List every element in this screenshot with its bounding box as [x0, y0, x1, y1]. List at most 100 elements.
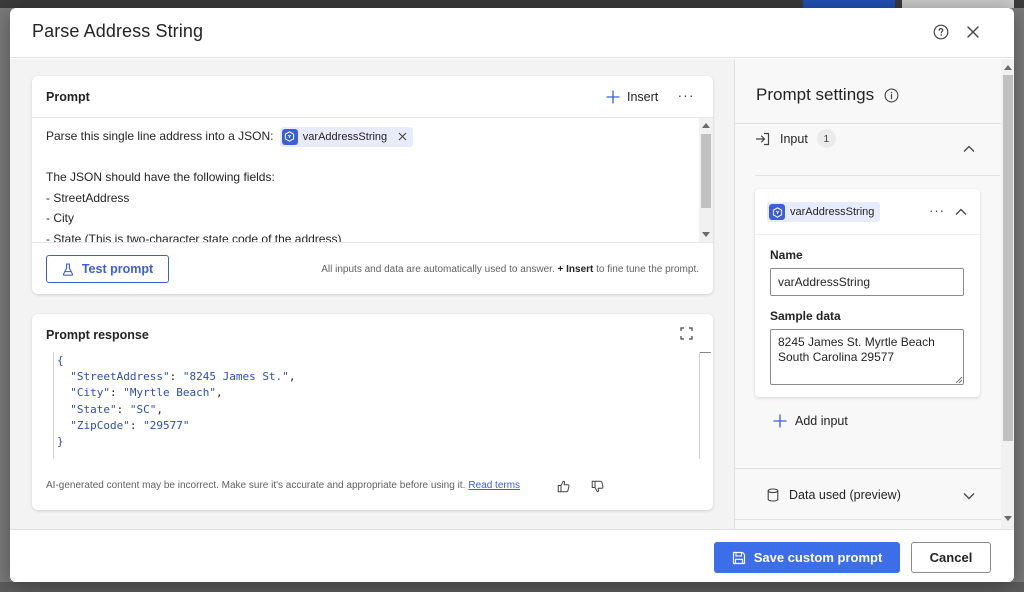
prompt-settings-title: Prompt settings: [756, 85, 899, 105]
background-button: [902, 0, 1014, 8]
variable-chip-label: varAddressString: [790, 206, 875, 218]
prompt-line: - State (This is two-character state cod…: [46, 231, 342, 243]
parse-address-dialog: Parse Address String Prompt Insert ··· P…: [10, 8, 1014, 582]
section-divider: [735, 519, 1001, 520]
save-custom-prompt-button[interactable]: Save custom prompt: [714, 542, 900, 573]
input-count-badge: 1: [816, 129, 836, 148]
prompt-line-text: Parse this single line address into a JS…: [46, 129, 274, 143]
read-terms-link[interactable]: Read terms: [468, 480, 520, 491]
close-icon: [398, 132, 407, 141]
scrollbar-thumb[interactable]: [1003, 75, 1013, 441]
json-comma: ,: [215, 386, 223, 400]
hint-text: All inputs and data are automatically us…: [321, 264, 555, 275]
input-card-collapse-button[interactable]: [953, 204, 969, 220]
database-icon: [767, 488, 779, 502]
close-icon: [967, 26, 979, 38]
json-comma: ,: [288, 370, 296, 384]
thumbs-up-icon: [557, 480, 569, 492]
remove-chip-button[interactable]: [398, 132, 407, 141]
prompt-text: Parse this single line address into a JS…: [46, 126, 686, 243]
prompt-response-card: Prompt response { "StreetAddress": "8245…: [32, 314, 713, 510]
prompt-card-title: Prompt: [46, 90, 90, 104]
data-used-label: Data used (preview): [789, 488, 901, 502]
json-value: "29577": [143, 418, 190, 432]
help-circle-icon: [933, 24, 949, 40]
info-icon[interactable]: [884, 88, 899, 103]
input-section-label: Input: [780, 131, 808, 146]
section-divider: [735, 468, 1001, 469]
json-key: "ZipCode": [70, 418, 130, 432]
sign-in-icon: [755, 132, 770, 145]
prompt-text-editor[interactable]: Parse this single line address into a JS…: [32, 117, 713, 243]
ai-disclaimer: AI-generated content may be incorrect. M…: [46, 480, 520, 491]
cancel-button[interactable]: Cancel: [911, 542, 991, 573]
settings-title-text: Prompt settings: [756, 85, 875, 104]
add-input-label: Add input: [795, 414, 848, 428]
input-section-collapse-button[interactable]: [961, 141, 977, 157]
scrollbar-thumb[interactable]: [701, 134, 711, 208]
variable-icon: [281, 128, 298, 145]
variable-chip: varAddressString: [767, 202, 881, 222]
data-used-section-header[interactable]: Data used (preview): [767, 488, 901, 502]
json-close-brace: }: [57, 435, 64, 449]
response-card-title: Prompt response: [46, 328, 149, 342]
prompt-card: Prompt Insert ··· Parse this single line…: [32, 76, 713, 294]
test-prompt-button[interactable]: Test prompt: [46, 255, 169, 283]
input-card-header: varAddressString ···: [755, 189, 980, 235]
response-json: { "StreetAddress": "8245 James St.", "Ci…: [53, 352, 713, 459]
input-more-button[interactable]: ···: [929, 203, 945, 218]
background-app-bottom: [0, 582, 1024, 592]
json-key: "StreetAddress": [70, 370, 170, 384]
resize-grip-icon[interactable]: [955, 376, 963, 384]
chevron-up-icon: [955, 208, 967, 215]
thumbs-down-button[interactable]: [588, 477, 606, 495]
variable-icon: [769, 204, 785, 220]
scroll-down-arrow[interactable]: [702, 232, 710, 237]
json-open-brace: {: [57, 354, 64, 367]
scroll-up-arrow[interactable]: [702, 123, 710, 128]
prompt-line: - StreetAddress: [46, 190, 130, 205]
input-section-header[interactable]: Input 1: [755, 129, 836, 148]
beaker-icon: [62, 262, 73, 276]
name-input[interactable]: [770, 268, 964, 296]
insert-button[interactable]: Insert: [606, 86, 658, 108]
prompt-scrollbar[interactable]: [699, 118, 713, 242]
json-comma: ,: [156, 402, 163, 416]
scroll-down-arrow[interactable]: [1004, 516, 1012, 521]
json-key: "City": [70, 386, 110, 400]
variable-chip[interactable]: varAddressString: [279, 126, 414, 147]
sample-data-input[interactable]: 8245 James St. Myrtle Beach South Caroli…: [770, 329, 964, 385]
sample-data-label: Sample data: [770, 309, 841, 323]
close-button[interactable]: [961, 20, 985, 44]
hint-insert: Insert: [566, 264, 594, 275]
data-used-expand-button[interactable]: [961, 488, 977, 504]
settings-scrollbar[interactable]: [1001, 59, 1014, 529]
insert-label: Insert: [627, 90, 659, 104]
prompt-editor-pane: Prompt Insert ··· Parse this single line…: [10, 59, 734, 529]
more-icon: ···: [677, 87, 695, 103]
help-button[interactable]: [929, 20, 953, 44]
prompt-more-button[interactable]: ···: [676, 85, 696, 105]
add-input-button[interactable]: Add input: [773, 414, 848, 428]
save-icon: [732, 551, 745, 564]
expand-icon: [679, 326, 693, 340]
plus-icon: [606, 90, 620, 104]
disclaimer-text: AI-generated content may be incorrect. M…: [46, 480, 466, 491]
scroll-up-arrow[interactable]: [1004, 65, 1012, 70]
dialog-title: Parse Address String: [32, 21, 204, 41]
background-button: [803, 0, 895, 8]
json-value: "8245 James St.": [182, 370, 289, 384]
save-label: Save custom prompt: [753, 550, 883, 565]
section-divider: [755, 175, 1000, 176]
name-label: Name: [770, 248, 803, 262]
prompt-line: The JSON should have the following field…: [46, 170, 275, 185]
json-value: "SC": [129, 402, 157, 416]
section-divider: [735, 123, 1001, 124]
hint-plus: +: [557, 264, 564, 275]
json-key: "State": [70, 402, 117, 416]
variable-chip-label: varAddressString: [302, 130, 388, 143]
json-value: "Myrtle Beach": [123, 386, 216, 400]
code-divider: [699, 352, 700, 459]
expand-button[interactable]: [677, 324, 695, 342]
thumbs-up-button[interactable]: [554, 477, 572, 495]
